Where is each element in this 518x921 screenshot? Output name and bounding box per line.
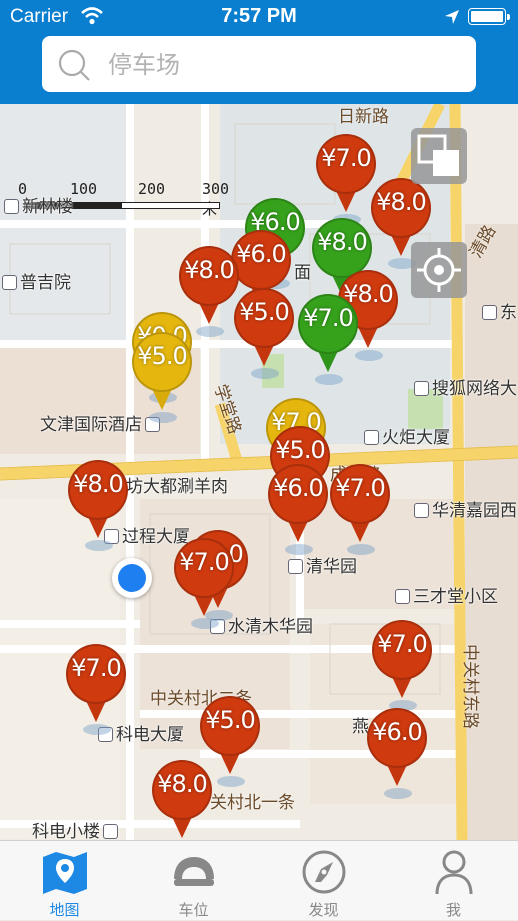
poi-label[interactable]: 华清嘉园西 (414, 496, 517, 521)
tab-map-label: 地图 (49, 901, 80, 919)
tab-me[interactable]: 我 (389, 841, 518, 921)
poi-label[interactable]: 新林楼 (4, 192, 73, 217)
parking-pin[interactable]: ¥7.0 (370, 620, 436, 716)
building-icon (4, 199, 19, 214)
search-icon (58, 49, 90, 81)
parking-pin[interactable]: ¥5.0 (130, 332, 196, 428)
poi-label[interactable]: 搜狐网络大 (414, 374, 517, 399)
road-label: 日新路 (338, 107, 389, 127)
tab-map[interactable]: 地图 (0, 841, 129, 921)
compass-icon (302, 850, 346, 894)
top-bar: Carrier 7:57 PM (0, 0, 518, 104)
map-icon (43, 852, 87, 894)
parking-pin[interactable]: ¥7.0 (172, 538, 238, 634)
parking-pin[interactable]: ¥8.0 (66, 460, 132, 556)
crosshair-icon (417, 248, 461, 292)
poi-label[interactable]: 坊大都涮羊肉 (126, 472, 228, 497)
building-icon (482, 305, 497, 320)
location-arrow-icon (445, 10, 459, 24)
tab-discover-label: 发现 (308, 901, 339, 919)
battery-icon (468, 8, 510, 25)
parking-pin[interactable]: ¥7.0 (328, 464, 394, 560)
building-icon (414, 381, 429, 396)
tab-parking-spot-label: 车位 (178, 901, 209, 919)
layers-button[interactable] (411, 128, 467, 184)
building-icon (288, 559, 303, 574)
poi-label[interactable]: 普吉院 (2, 268, 71, 293)
tab-parking-spot[interactable]: 车位 (129, 841, 258, 921)
parking-pin[interactable]: ¥5.0 (232, 288, 298, 384)
person-icon (435, 850, 473, 895)
search-input[interactable] (106, 46, 460, 84)
parking-spot-icon (174, 857, 214, 886)
building-icon (364, 430, 379, 445)
layers-icon (417, 134, 459, 176)
scale-label-200: 200 (138, 180, 166, 198)
parking-pin[interactable]: ¥7.0 (296, 294, 362, 390)
poi-label[interactable]: 东 (482, 298, 517, 323)
scale-label-100: 100 (70, 180, 98, 198)
parking-pin[interactable]: ¥7.0 (64, 644, 130, 740)
tab-me-label: 我 (445, 901, 461, 919)
parking-pin[interactable]: ¥6.0 (266, 464, 332, 560)
scale-label-300: 300 米 (202, 180, 230, 218)
building-icon (2, 275, 17, 290)
status-bar: Carrier 7:57 PM (0, 0, 518, 34)
parking-pin[interactable]: ¥8.0 (150, 760, 216, 840)
building-icon (103, 824, 118, 839)
map-view[interactable]: 0 100 200 300 米 新林楼 普吉院 文津国际酒店 火炬大厦 搜狐网络… (0, 104, 518, 840)
building-icon (414, 503, 429, 518)
locate-button[interactable] (411, 242, 467, 298)
road-label: 中关村东路 (460, 644, 480, 729)
tab-discover[interactable]: 发现 (259, 841, 388, 921)
search-box[interactable] (42, 36, 476, 92)
poi-label[interactable]: 科电小楼 (32, 817, 121, 840)
user-location-dot (112, 558, 152, 598)
building-icon (395, 589, 410, 604)
poi-label[interactable]: 三才堂小区 (395, 582, 498, 607)
status-time: 7:57 PM (221, 5, 297, 27)
parking-pin[interactable]: ¥6.0 (365, 708, 431, 804)
poi-label[interactable]: 火炬大厦 (364, 423, 450, 448)
tab-bar: 地图 车位 发现 我 (0, 840, 518, 920)
